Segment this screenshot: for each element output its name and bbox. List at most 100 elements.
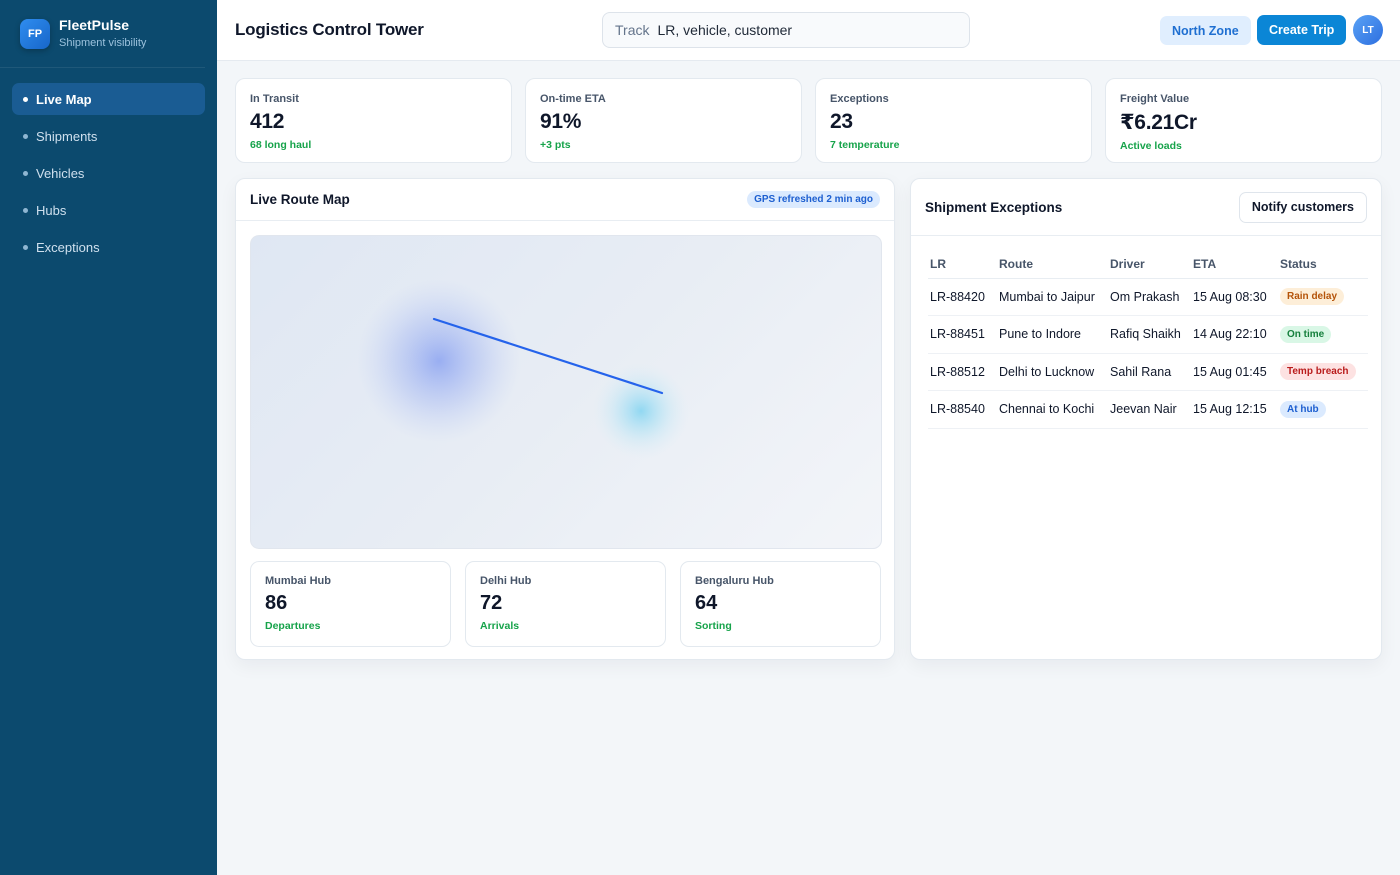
cell-status: Rain delay [1278,278,1368,316]
bullet-icon [23,244,28,250]
table-row[interactable]: LR-88512 Delhi to Lucknow Sahil Rana 15 … [928,353,1368,391]
hub-name: Bengaluru Hub [695,575,774,587]
status-badge: On time [1280,325,1332,343]
sidebar-item-hubs[interactable]: Hubs [12,194,205,226]
cell-status: Temp breach [1278,353,1368,391]
kpi-value: ₹6.21Cr [1120,111,1197,134]
hub-card-delhi: Delhi Hub 72 Arrivals [465,561,666,647]
table-row[interactable]: LR-88451 Pune to Indore Rafiq Shaikh 14 … [928,315,1368,354]
bullet-icon [23,133,28,139]
kpi-value: 412 [250,110,285,133]
avatar[interactable]: LT [1353,15,1383,45]
sidebar-item-label: Live Map [36,91,92,107]
cell-eta: 15 Aug 12:15 [1191,390,1278,429]
notify-customers-button[interactable]: Notify customers [1238,191,1367,223]
kpi-card-on-time-eta: On-time ETA 91% +3 pts [525,78,802,163]
hub-subtext: Arrivals [480,620,520,632]
table-row[interactable]: LR-88420 Mumbai to Jaipur Om Prakash 15 … [928,278,1368,316]
kpi-card-in-transit: In Transit 412 68 long haul [235,78,512,163]
hub-value: 72 [480,592,503,614]
kpi-card-exceptions: Exceptions 23 7 temperature [815,78,1092,163]
panel-header: Live Route Map GPS refreshed 2 min ago [236,179,894,221]
hub-card-mumbai: Mumbai Hub 86 Departures [250,561,451,647]
cell-status: At hub [1278,390,1368,429]
brand-logo: FP [20,18,50,49]
brand-subtitle: Shipment visibility [59,36,147,49]
bullet-icon [23,96,28,102]
hub-value: 86 [265,592,288,614]
cell-lr: LR-88420 [928,278,997,316]
cell-driver: Rafiq Shaikh [1108,315,1191,354]
column-header-status[interactable]: Status [1278,251,1368,279]
gps-status-badge: GPS refreshed 2 min ago [747,191,880,208]
cell-route: Mumbai to Jaipur [997,278,1108,316]
column-header-route[interactable]: Route [997,251,1108,279]
create-trip-button[interactable]: Create Trip [1257,15,1347,45]
hub-subtext: Departures [265,620,321,632]
search-input[interactable] [657,22,938,38]
cell-status: On time [1278,315,1368,354]
top-bar: Logistics Control Tower Track North Zone… [217,0,1400,61]
sidebar-item-label: Vehicles [36,165,85,181]
kpi-subtext: 68 long haul [250,139,312,151]
panel-title: Shipment Exceptions [925,199,1063,215]
hub-card-bengaluru: Bengaluru Hub 64 Sorting [680,561,881,647]
page-title: Logistics Control Tower [235,20,424,39]
zone-selector-button[interactable]: North Zone [1160,16,1251,45]
hub-glow-destination [593,363,689,459]
panel-title: Live Route Map [250,192,350,207]
status-badge: Temp breach [1280,363,1356,381]
kpi-value: 91% [540,110,582,133]
cell-driver: Om Prakash [1108,278,1191,316]
cell-eta: 15 Aug 01:45 [1191,353,1278,391]
cell-route: Pune to Indore [997,315,1108,354]
exceptions-table: LR Route Driver ETA Status LR-88420 Mumb… [928,251,1368,429]
kpi-subtext: Active loads [1120,140,1182,152]
column-header-lr[interactable]: LR [928,251,997,279]
sidebar-item-live-map[interactable]: Live Map [12,83,205,115]
sidebar-item-label: Hubs [36,202,67,218]
route-map[interactable] [250,235,882,549]
shipment-exceptions-panel: Shipment Exceptions Notify customers LR … [910,178,1382,660]
cell-driver: Jeevan Nair [1108,390,1191,429]
search-label: Track [615,22,650,38]
kpi-label: Exceptions [830,93,889,105]
hub-name: Delhi Hub [480,575,532,587]
column-header-driver[interactable]: Driver [1108,251,1191,279]
cell-eta: 15 Aug 08:30 [1191,278,1278,316]
sidebar-item-label: Exceptions [36,239,100,255]
sidebar-item-vehicles[interactable]: Vehicles [12,157,205,189]
brand-name: FleetPulse [59,16,130,33]
sidebar-item-shipments[interactable]: Shipments [12,120,205,152]
cell-lr: LR-88451 [928,315,997,354]
kpi-label: On-time ETA [540,93,606,105]
status-badge: At hub [1280,400,1326,418]
bullet-icon [23,207,28,213]
cell-route: Delhi to Lucknow [997,353,1108,391]
cell-eta: 14 Aug 22:10 [1191,315,1278,354]
kpi-label: Freight Value [1120,93,1190,105]
live-route-map-panel: Live Route Map GPS refreshed 2 min ago M… [235,178,895,660]
table-header-row: LR Route Driver ETA Status [928,251,1368,279]
kpi-subtext: 7 temperature [830,139,900,151]
brand: FP FleetPulse Shipment visibility [0,0,205,68]
cell-driver: Sahil Rana [1108,353,1191,391]
hub-value: 64 [695,592,718,614]
status-badge: Rain delay [1280,288,1345,306]
panel-header: Shipment Exceptions Notify customers [911,179,1381,236]
kpi-card-freight-value: Freight Value ₹6.21Cr Active loads [1105,78,1382,163]
sidebar-item-exceptions[interactable]: Exceptions [12,231,205,263]
hub-subtext: Sorting [695,620,732,632]
kpi-value: 23 [830,110,853,133]
sidebar-item-label: Shipments [36,128,98,144]
kpi-label: In Transit [250,93,299,105]
cell-lr: LR-88512 [928,353,997,391]
hub-name: Mumbai Hub [265,575,331,587]
table-row[interactable]: LR-88540 Chennai to Kochi Jeevan Nair 15… [928,390,1368,429]
sidebar: FP FleetPulse Shipment visibility Live M… [0,0,217,875]
search-box[interactable]: Track [602,12,970,48]
sidebar-nav: Live Map Shipments Vehicles Hubs Excepti… [0,68,217,263]
bullet-icon [23,170,28,176]
route-map-canvas [357,279,689,459]
column-header-eta[interactable]: ETA [1191,251,1278,279]
